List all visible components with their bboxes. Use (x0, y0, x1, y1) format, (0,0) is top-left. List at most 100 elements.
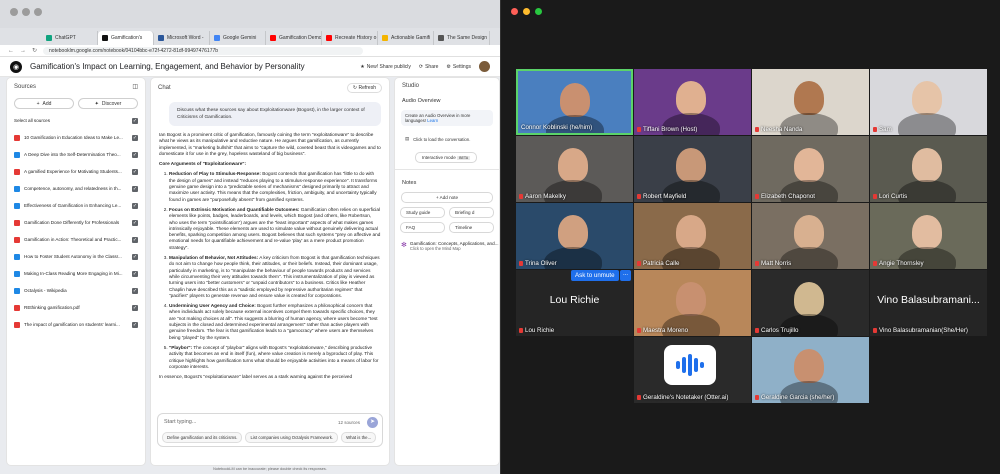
participant-tile[interactable]: Sam (870, 69, 987, 135)
more-options-button[interactable]: ... (620, 270, 631, 281)
source-checkbox[interactable]: ✓ (132, 321, 138, 328)
suggestion-chip[interactable]: Define gamification and its criticisms. (162, 432, 243, 443)
source-checkbox[interactable]: ✓ (132, 304, 138, 311)
tab-favicon-icon (270, 35, 276, 41)
browser-tab[interactable]: Microsoft Word - (154, 31, 210, 45)
participant-name: Geraldine's Notetaker (Otter.ai) (637, 394, 728, 401)
url-field[interactable]: notebooklm.google.com/notebook/04104bbc-… (43, 46, 364, 55)
browser-tab[interactable]: Gamification Demo (266, 31, 322, 45)
source-item[interactable]: 10 Gamification in Education Ideas to Ma… (7, 129, 145, 146)
suggestion-chip[interactable]: What is the... (341, 432, 377, 443)
participant-tile[interactable]: Tiffani Brown (Host) (634, 69, 751, 135)
participant-tile[interactable]: Robert Mayfield (634, 136, 751, 202)
add-note-button[interactable]: + Add note (401, 192, 493, 203)
source-item[interactable]: The impact of gamification on students' … (7, 316, 145, 333)
send-arrow-icon[interactable]: ➤ (367, 417, 378, 428)
participant-tile[interactable]: Carlos Trujillo (752, 270, 869, 336)
minimize-window-button[interactable] (523, 8, 530, 15)
timeline-button[interactable]: Timeline (449, 222, 494, 233)
participant-tile[interactable]: Aaron Makelky (516, 136, 633, 202)
participant-video-figure (558, 148, 588, 182)
settings-label: Settings (452, 63, 471, 70)
notebooklm-logo-icon[interactable]: ◉ (10, 60, 22, 73)
source-checkbox[interactable]: ✓ (132, 202, 138, 209)
chat-input-box[interactable]: Start typing... 12 sources ➤ Define gami… (157, 413, 383, 447)
tab-label: The Same Design (447, 35, 488, 41)
source-item[interactable]: Octalysis - Wikipedia ✓ (7, 282, 145, 299)
participant-tile[interactable]: Connor Koblinski (he/him) (516, 69, 633, 135)
briefing-doc-button[interactable]: Briefing d (449, 207, 494, 218)
source-checkbox[interactable]: ✓ (132, 185, 138, 192)
participant-tile[interactable]: Geraldine's Notetaker (Otter.ai) (634, 337, 751, 403)
add-source-button[interactable]: + Add (14, 98, 74, 109)
source-checkbox[interactable]: ✓ (132, 270, 138, 277)
browser-tab[interactable]: The Same Design (434, 31, 490, 45)
zoom-window-button[interactable] (34, 8, 42, 16)
discover-button[interactable]: ✦ Discover (78, 98, 138, 109)
tab-label: ChatGPT (55, 35, 76, 41)
source-checkbox[interactable]: ✓ (132, 134, 138, 141)
participant-video-figure (794, 349, 824, 383)
faq-button[interactable]: FAQ (400, 222, 445, 233)
browser-tab[interactable]: ChatGPT (42, 31, 98, 45)
source-item[interactable]: A gamified Experience for Motivating Stu… (7, 163, 145, 180)
reload-icon[interactable]: ↻ (32, 47, 37, 54)
browser-tab[interactable]: Gamification's (98, 31, 154, 45)
source-checkbox[interactable]: ✓ (132, 219, 138, 226)
collapse-panel-icon[interactable]: ◫ (132, 83, 138, 90)
participant-name-text: Aaron Makelky (525, 193, 566, 200)
participant-tile[interactable]: Vino Balasubramani... Vino Balasubramania… (870, 270, 987, 336)
select-all-row[interactable]: Select all sources ✓ (7, 112, 145, 129)
browser-tab[interactable]: Recreate History o (322, 31, 378, 45)
suggestion-chip[interactable]: List companies using Octalysis Framework… (245, 432, 339, 443)
notebook-title[interactable]: Gamification's Impact on Learning, Engag… (30, 62, 352, 71)
participant-tile[interactable]: Matt Norris (752, 203, 869, 269)
source-checkbox[interactable]: ✓ (132, 253, 138, 260)
close-window-button[interactable] (511, 8, 518, 15)
source-item[interactable]: Making In-Class Reading More Engaging in… (7, 265, 145, 282)
share-button[interactable]: ⟳ Share (419, 64, 439, 70)
forward-icon[interactable]: → (20, 48, 26, 54)
participant-name-text: Geraldine Garcia (she/her) (761, 394, 835, 401)
participant-tile[interactable]: Elizabeth Chaponot (752, 136, 869, 202)
close-window-button[interactable] (10, 8, 18, 16)
chat-input-placeholder[interactable]: Start typing... (164, 419, 196, 425)
user-avatar[interactable] (479, 61, 490, 72)
load-conversation-row[interactable]: ▤ Click to load the conversation. (401, 128, 493, 150)
source-item[interactable]: How to Foster Student Autonomy in the Cl… (7, 248, 145, 265)
minimize-window-button[interactable] (22, 8, 30, 16)
back-icon[interactable]: ← (8, 48, 14, 54)
refresh-button[interactable]: ↻ Refresh (346, 83, 382, 93)
share-publicly-button[interactable]: ★ New! Share publicly (360, 64, 411, 70)
source-item[interactable]: Gamification in Action: Theoretical and … (7, 231, 145, 248)
participant-tile[interactable]: Lori Curtis (870, 136, 987, 202)
participant-tile[interactable]: Angie Thornsley (870, 203, 987, 269)
select-all-checkbox[interactable]: ✓ (132, 117, 138, 124)
participant-tile[interactable]: Trina Oliver (516, 203, 633, 269)
participant-nameplate: Vino Balasubramani... (877, 294, 980, 306)
settings-button[interactable]: ⚙ Settings (446, 64, 471, 70)
browser-tab[interactable]: Google Gemini (210, 31, 266, 45)
study-guide-button[interactable]: Study guide (400, 207, 445, 218)
source-item[interactable]: REthinking gamification.pdf ✓ (7, 299, 145, 316)
source-item[interactable]: Competence, autonomy, and relatedness in… (7, 180, 145, 197)
zoom-window-button[interactable] (535, 8, 542, 15)
source-checkbox[interactable]: ✓ (132, 151, 138, 158)
participant-tile[interactable]: Patricia Calle (634, 203, 751, 269)
source-item[interactable]: A Deep Dive into the Self-Determination … (7, 146, 145, 163)
mindmap-note[interactable]: ✻ Gamification: Concepts, Applications, … (401, 241, 498, 251)
ask-to-unmute-button[interactable]: Ask to unmute (571, 270, 619, 281)
interactive-mode-button[interactable]: Interactive mode BETA (415, 152, 477, 163)
source-checkbox[interactable]: ✓ (132, 236, 138, 243)
source-checkbox[interactable]: ✓ (132, 287, 138, 294)
source-checkbox[interactable]: ✓ (132, 168, 138, 175)
audio-learn-link[interactable]: Learn (427, 118, 438, 123)
participant-tile[interactable]: Geraldine Garcia (she/her) (752, 337, 869, 403)
source-title: Making In-Class Reading More Engaging in… (24, 271, 123, 276)
source-item[interactable]: Gamification Done Differently for Profes… (7, 214, 145, 231)
browser-tab[interactable]: Actionable Gamifi (378, 31, 434, 45)
source-item[interactable]: Effectiveness of Gamification in Enhanci… (7, 197, 145, 214)
participant-tile[interactable]: Maestra Moreno (634, 270, 751, 336)
assistant-response: Ian Bogost is a prominent critic of gami… (151, 130, 389, 416)
participant-tile[interactable]: Neesha Nanda (752, 69, 869, 135)
